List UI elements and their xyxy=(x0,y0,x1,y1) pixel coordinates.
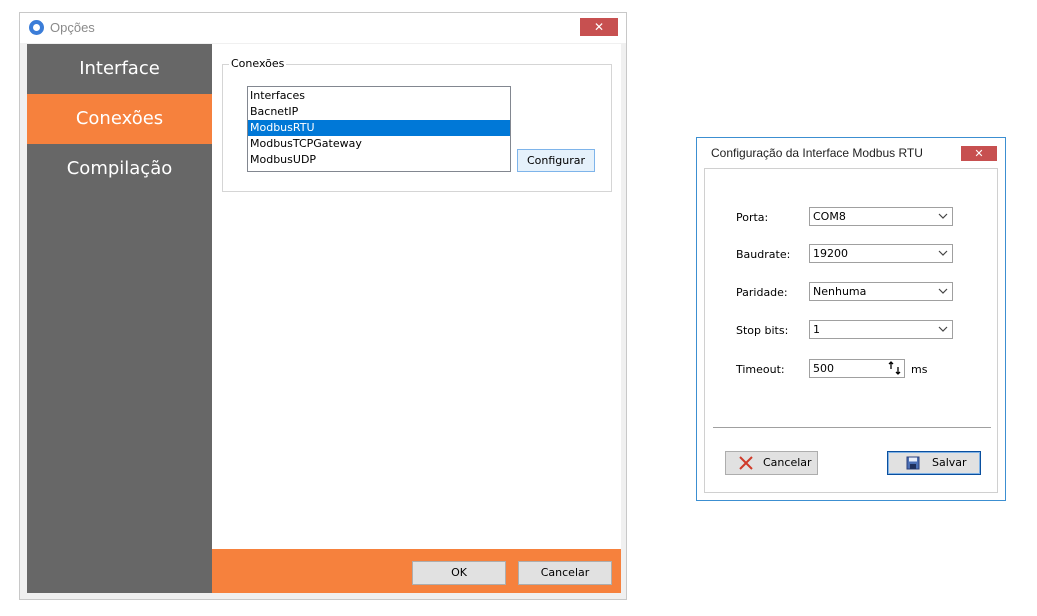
modbus-rtu-dialog: Configuração da Interface Modbus RTU ✕ P… xyxy=(696,137,1006,501)
list-item-bacnetip[interactable]: BacnetIP xyxy=(248,104,510,120)
app-icon xyxy=(29,20,44,35)
timeout-spinbox[interactable]: 500 xyxy=(809,359,905,378)
options-main-panel: Conexões Interfaces BacnetIP ModbusRTU M… xyxy=(212,44,621,549)
chevron-down-icon xyxy=(938,326,948,332)
paridade-label: Paridade: xyxy=(736,286,788,299)
options-titlebar: Opções ✕ xyxy=(20,13,626,43)
chevron-down-icon xyxy=(938,213,948,219)
dialog-divider xyxy=(713,427,991,428)
timeout-value: 500 xyxy=(813,362,834,375)
dialog-cancel-button[interactable]: Cancelar xyxy=(725,451,818,475)
stop-bits-value: 1 xyxy=(813,323,820,336)
modbus-close-button[interactable]: ✕ xyxy=(961,146,997,161)
modbus-dialog-title: Configuração da Interface Modbus RTU xyxy=(711,146,923,160)
options-sidebar: Interface Conexões Compilação xyxy=(27,44,212,593)
spin-arrows-icon[interactable] xyxy=(888,361,903,376)
sidebar-item-interface[interactable]: Interface xyxy=(27,44,212,94)
dialog-cancel-label: Cancelar xyxy=(763,456,812,469)
stop-bits-select[interactable]: 1 xyxy=(809,320,953,339)
options-window-title: Opções xyxy=(50,20,95,35)
paridade-value: Nenhuma xyxy=(813,285,867,298)
baudrate-label: Baudrate: xyxy=(736,248,791,261)
dialog-save-button[interactable]: Salvar xyxy=(887,451,981,475)
baudrate-select[interactable]: 19200 xyxy=(809,244,953,263)
chevron-down-icon xyxy=(938,250,948,256)
cancel-x-icon xyxy=(739,456,753,470)
ok-button[interactable]: OK xyxy=(412,561,506,585)
options-footer: OK Cancelar xyxy=(212,549,621,593)
dialog-save-label: Salvar xyxy=(932,456,967,469)
options-window: Opções ✕ Interface Conexões Compilação C… xyxy=(19,12,627,600)
cancel-button[interactable]: Cancelar xyxy=(518,561,612,585)
list-item-interfaces[interactable]: Interfaces xyxy=(248,88,510,104)
configure-button[interactable]: Configurar xyxy=(517,149,595,172)
connections-group-label: Conexões xyxy=(229,57,287,70)
sidebar-item-conexoes[interactable]: Conexões xyxy=(27,94,212,144)
paridade-select[interactable]: Nenhuma xyxy=(809,282,953,301)
chevron-down-icon xyxy=(938,288,948,294)
connections-listbox[interactable]: Interfaces BacnetIP ModbusRTU ModbusTCPG… xyxy=(247,86,511,172)
timeout-label: Timeout: xyxy=(736,363,785,376)
stop-bits-label: Stop bits: xyxy=(736,324,789,337)
timeout-units: ms xyxy=(911,363,928,376)
options-close-button[interactable]: ✕ xyxy=(580,18,618,36)
sidebar-item-compilacao[interactable]: Compilação xyxy=(27,144,212,194)
connections-group: Conexões Interfaces BacnetIP ModbusRTU M… xyxy=(222,57,612,192)
porta-label: Porta: xyxy=(736,211,769,224)
list-item-modbusrtu[interactable]: ModbusRTU xyxy=(248,120,510,136)
porta-select[interactable]: COM8 xyxy=(809,207,953,226)
save-disk-icon xyxy=(906,456,920,470)
baudrate-value: 19200 xyxy=(813,247,848,260)
list-item-modbustcpgateway[interactable]: ModbusTCPGateway xyxy=(248,136,510,152)
list-item-modbusudp[interactable]: ModbusUDP xyxy=(248,152,510,168)
porta-value: COM8 xyxy=(813,210,846,223)
modbus-dialog-body: Porta: COM8 Baudrate: 19200 Paridade: Ne… xyxy=(704,168,998,493)
